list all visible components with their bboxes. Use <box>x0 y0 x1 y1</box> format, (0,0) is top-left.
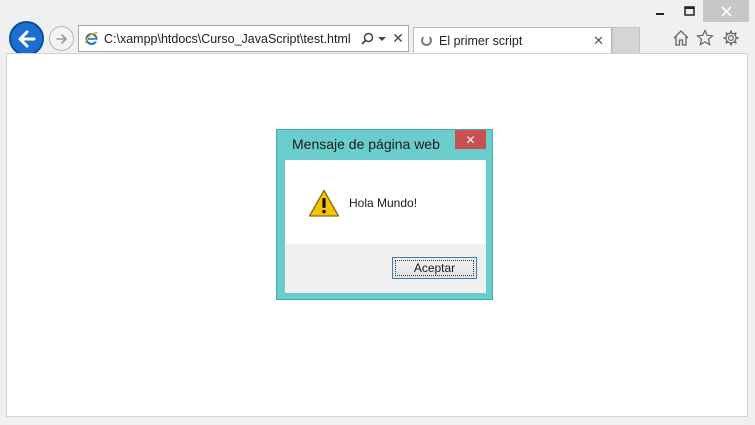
window-close-button[interactable] <box>703 0 749 22</box>
ie-logo-icon <box>81 31 101 46</box>
minimize-icon <box>656 13 664 15</box>
back-button[interactable] <box>9 21 44 56</box>
alert-dialog: Mensaje de página web ✕ Hola Mundo! Acep… <box>276 129 493 300</box>
maximize-icon <box>683 6 695 16</box>
favorites-button[interactable] <box>695 28 715 48</box>
status-strip <box>0 417 755 425</box>
search-icon[interactable] <box>358 32 376 45</box>
gear-icon <box>723 30 739 46</box>
new-tab-button[interactable] <box>612 27 640 53</box>
address-bar[interactable]: C:\xampp\htdocs\Curso_JavaScript\test.ht… <box>78 25 409 52</box>
dialog-close-button[interactable]: ✕ <box>455 130 486 149</box>
close-icon <box>720 5 732 17</box>
home-button[interactable] <box>671 28 691 48</box>
minimize-button[interactable] <box>644 0 676 22</box>
home-icon <box>673 30 689 46</box>
tab-title: El primer script <box>439 33 523 48</box>
dialog-message: Hola Mundo! <box>349 196 418 210</box>
tab-el-primer-script[interactable]: El primer script ✕ <box>413 27 612 53</box>
back-arrow-icon <box>18 30 35 47</box>
forward-arrow-icon <box>55 33 67 44</box>
maximize-button[interactable] <box>676 0 702 22</box>
warning-icon <box>308 189 340 223</box>
dialog-body: Hola Mundo! Aceptar <box>285 160 486 293</box>
chevron-down-icon[interactable] <box>376 36 388 42</box>
ok-button[interactable]: Aceptar <box>392 257 477 279</box>
dialog-title: Mensaje de página web <box>292 136 440 152</box>
tab-close-button[interactable]: ✕ <box>593 33 604 49</box>
star-icon <box>696 29 714 46</box>
dialog-footer: Aceptar <box>285 244 486 293</box>
forward-button[interactable] <box>49 26 74 51</box>
loading-spinner-icon <box>421 35 432 46</box>
settings-button[interactable] <box>721 28 741 48</box>
url-text[interactable]: C:\xampp\htdocs\Curso_JavaScript\test.ht… <box>104 32 358 46</box>
stop-button[interactable]: ✕ <box>388 30 408 47</box>
